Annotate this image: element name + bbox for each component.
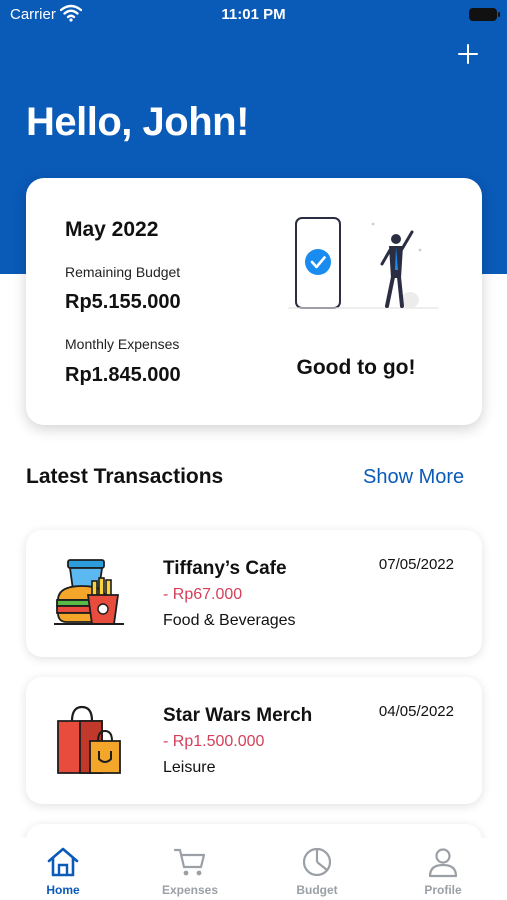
- greeting-title: Hello, John!: [26, 100, 249, 144]
- transaction-category: Leisure: [163, 759, 216, 776]
- cart-icon: [173, 848, 206, 876]
- food-icon: [54, 559, 124, 625]
- monthly-expenses-value: Rp1.845.000: [65, 364, 181, 386]
- budget-summary-card: May 2022 Remaining Budget Rp5.155.000 Mo…: [26, 178, 482, 425]
- tab-expenses-label: Expenses: [161, 883, 219, 897]
- transaction-category: Food & Beverages: [163, 612, 296, 629]
- status-time: 11:01 PM: [221, 6, 286, 23]
- tab-budget[interactable]: Budget: [267, 846, 367, 898]
- monthly-expenses-label: Monthly Expenses: [65, 336, 180, 352]
- transaction-amount: - Rp1.500.000: [163, 733, 265, 750]
- tab-home-label: Home: [46, 883, 80, 897]
- user-icon: [428, 848, 458, 878]
- transaction-name: Star Wars Merch: [163, 705, 313, 726]
- summary-month: May 2022: [65, 218, 159, 241]
- show-more-link[interactable]: Show More: [363, 466, 464, 489]
- tab-home[interactable]: Home: [13, 846, 113, 898]
- tab-bar: Home Expenses Budget Profile: [0, 838, 507, 900]
- transaction-card[interactable]: Tiffany’s Cafe - Rp67.000 Food & Beverag…: [26, 530, 482, 657]
- latest-transactions-title: Latest Transactions: [26, 465, 224, 488]
- tab-expenses[interactable]: Expenses: [140, 846, 240, 898]
- home-icon: [47, 847, 79, 877]
- transaction-date: 04/05/2022: [378, 703, 454, 720]
- transaction-date: 07/05/2022: [378, 556, 454, 573]
- celebration-illustration: [288, 217, 438, 309]
- tab-budget-label: Budget: [296, 883, 338, 897]
- transaction-name: Tiffany’s Cafe: [163, 558, 287, 579]
- battery-icon: [469, 8, 500, 21]
- plus-icon[interactable]: [452, 38, 484, 70]
- remaining-budget-value: Rp5.155.000: [65, 291, 181, 313]
- transaction-amount: - Rp67.000: [163, 586, 243, 603]
- budget-status-message: Good to go!: [296, 356, 416, 379]
- shopping-bags-icon: [57, 705, 121, 774]
- tab-profile-label: Profile: [424, 883, 462, 897]
- remaining-budget-label: Remaining Budget: [65, 264, 181, 280]
- status-bar: Carrier 11:01 PM: [0, 0, 507, 30]
- pie-chart-icon: [302, 847, 332, 877]
- transaction-card[interactable]: Star Wars Merch - Rp1.500.000 Leisure 04…: [26, 677, 482, 804]
- tab-profile[interactable]: Profile: [393, 846, 493, 898]
